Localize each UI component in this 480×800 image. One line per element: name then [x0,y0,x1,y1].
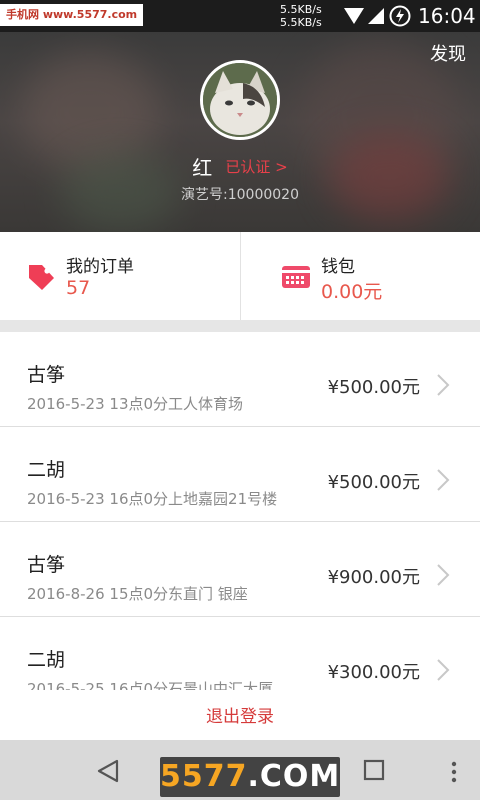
order-price: ¥300.00元 [327,662,420,683]
order-price: ¥500.00元 [327,472,420,493]
performer-id: 演艺号:10000020 [181,187,299,203]
chevron-right-icon [437,564,450,586]
back-icon[interactable] [95,758,121,784]
wallet-button[interactable]: 钱包 0.00元 [240,232,480,320]
status-bar: 手机网 www.5577.com 5.5KB/s 5.5KB/s 16:04 [0,0,480,32]
order-list[interactable]: 古筝 2016-5-23 13点0分工人体育场 ¥500.00元 二胡 2016… [0,332,480,690]
cat-photo-icon [203,63,277,137]
my-orders-button[interactable]: 我的订单 57 [0,232,240,320]
recent-apps-icon[interactable] [362,758,386,782]
net-speed-up: 5.5KB/s [280,3,322,16]
order-item[interactable]: 二胡 2016-5-23 16点0分上地嘉园21号楼 ¥500.00元 [0,427,480,522]
stats-bar: 我的订单 57 钱包 0.00元 [0,232,480,320]
chevron-right-icon [437,659,450,681]
order-subtitle: 2016-5-23 16点0分上地嘉园21号楼 [27,490,278,508]
verified-link[interactable]: 已认证 > [225,158,287,176]
my-orders-count: 57 [66,277,91,299]
tag-icon [29,265,54,290]
profile-header: 发现 红 已认证 > 演艺号:10000020 [0,32,480,232]
watermark-logo: 5577.COM [160,757,340,797]
order-title: 二胡 [27,459,66,481]
wallet-label: 钱包 [321,257,355,277]
order-title: 古筝 [27,554,66,576]
my-orders-label: 我的订单 [66,257,134,277]
chevron-right-icon [437,469,450,491]
order-item[interactable]: 二胡 2016-5-25 16点0分石景山中汇大厦 ¥300.00元 [0,617,480,690]
user-name: 红 [192,156,213,180]
order-item[interactable]: 古筝 2016-5-23 13点0分工人体育场 ¥500.00元 [0,332,480,427]
battery-icon [389,5,411,27]
status-clock: 16:04 [418,4,476,28]
order-subtitle: 2016-8-26 15点0分东直门 银座 [27,585,248,603]
discover-button[interactable]: 发现 [430,40,466,66]
more-menu-icon[interactable] [450,760,458,784]
user-name-row: 红 已认证 > [0,152,480,181]
section-divider [0,320,480,332]
order-price: ¥900.00元 [327,567,420,588]
order-title: 二胡 [27,649,66,671]
wifi-signal-icon [344,8,384,24]
order-subtitle: 2016-5-25 16点0分石景山中汇大厦 [27,680,274,690]
order-item[interactable]: 古筝 2016-8-26 15点0分东直门 银座 ¥900.00元 [0,522,480,617]
watermark-suffix: .COM [247,759,341,794]
logout-button[interactable]: 退出登录 [0,702,480,727]
chevron-right-icon [437,374,450,396]
watermark-label: 手机网 www.5577.com [0,4,144,26]
wallet-card-icon [282,266,310,288]
net-speed-down: 5.5KB/s [280,16,322,29]
avatar[interactable] [200,60,280,140]
order-subtitle: 2016-5-23 13点0分工人体育场 [27,395,244,413]
system-nav-bar: 5577.COM [0,740,480,800]
watermark-digits: 5577 [160,759,248,794]
order-price: ¥500.00元 [327,377,420,398]
wallet-balance: 0.00元 [321,281,383,303]
order-title: 古筝 [27,364,66,386]
network-speed: 5.5KB/s 5.5KB/s [280,3,322,29]
